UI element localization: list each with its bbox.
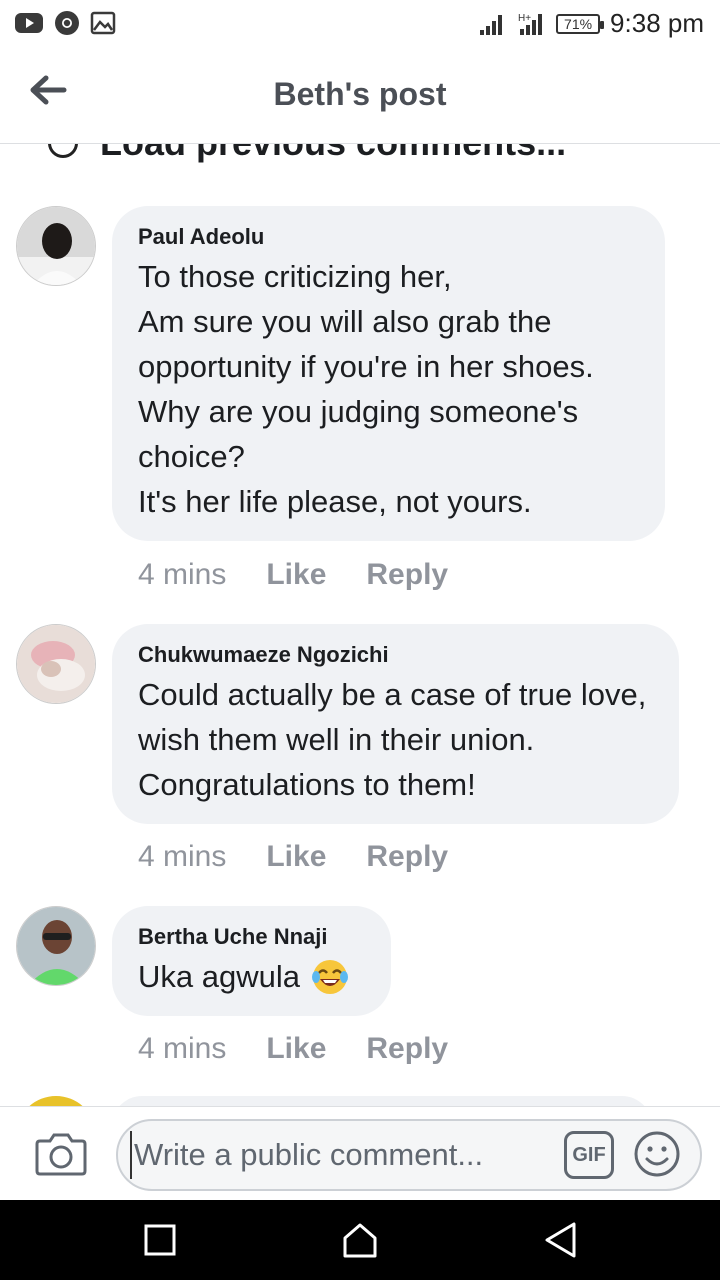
gallery-icon	[90, 11, 116, 35]
like-button[interactable]: Like	[266, 1032, 326, 1066]
status-time: 9:38 pm	[610, 8, 704, 38]
comment-text: To those criticizing her, Am sure you wi…	[138, 259, 594, 519]
comment-time: 4 mins	[138, 1032, 227, 1065]
comments-list[interactable]: Load previous comments... Paul Adeolu To…	[0, 144, 720, 1106]
comment-input-wrap: GIF	[116, 1119, 702, 1191]
post-header: Beth's post	[0, 48, 720, 144]
home-icon	[343, 1223, 377, 1258]
comment-text: Could actually be a case of true love, w…	[138, 677, 647, 802]
svg-text:H+: H+	[518, 13, 531, 24]
page-title: Beth's post	[273, 76, 447, 112]
comment-author[interactable]: Paul Adeolu	[138, 224, 639, 250]
smiley-icon	[634, 1131, 680, 1177]
comment-time: 4 mins	[138, 840, 227, 873]
avatar-photo	[17, 907, 95, 985]
signal-icon	[480, 14, 503, 35]
comment-text-row: Uka agwula	[138, 954, 365, 999]
comment-time: 4 mins	[138, 558, 227, 591]
like-button[interactable]: Like	[266, 840, 326, 874]
avatar[interactable]	[16, 1096, 96, 1106]
emoji-button[interactable]	[632, 1129, 682, 1179]
like-button[interactable]: Like	[266, 558, 326, 592]
comment-bubble[interactable]: Bertha Uche Nnaji Uka agwula	[112, 906, 391, 1016]
avatar-photo	[17, 207, 95, 285]
gif-button[interactable]: GIF	[564, 1131, 614, 1179]
load-previous-comments[interactable]: Load previous comments...	[48, 144, 566, 164]
comment-composer: GIF	[0, 1106, 720, 1200]
comment-bubble[interactable]	[112, 1096, 652, 1106]
comment-actions: 4 mins Like Reply	[138, 840, 448, 874]
battery-icon: 71%	[556, 13, 605, 34]
comment-bubble[interactable]: Chukwumaeze Ngozichi Could actually be a…	[112, 624, 679, 824]
comment-actions: 4 mins Like Reply	[138, 1032, 448, 1066]
system-nav-bar	[0, 1200, 720, 1280]
avatar-photo	[17, 625, 95, 703]
avatar[interactable]	[16, 624, 96, 704]
camera-button[interactable]	[34, 1129, 88, 1179]
load-previous-label: Load previous comments...	[100, 144, 566, 164]
comment-actions: 4 mins Like Reply	[138, 558, 448, 592]
recents-square-icon	[144, 1224, 176, 1256]
reply-button[interactable]: Reply	[366, 1032, 448, 1066]
laughing-emoji-icon	[311, 959, 348, 994]
avatar[interactable]	[16, 206, 96, 286]
status-left-icons	[14, 10, 116, 36]
youtube-icon	[15, 13, 43, 33]
camera-icon	[35, 1133, 87, 1176]
system-back-button[interactable]	[538, 1218, 582, 1262]
reply-button[interactable]: Reply	[366, 840, 448, 874]
chrome-icon	[55, 11, 79, 35]
comment-bubble[interactable]: Paul Adeolu To those criticizing her, Am…	[112, 206, 665, 541]
status-bar: H+ 71% 9:38 pm	[0, 0, 720, 48]
reply-button[interactable]: Reply	[366, 558, 448, 592]
back-triangle-icon	[545, 1222, 576, 1258]
status-right: H+ 71% 9:38 pm	[478, 8, 704, 39]
comment-text: Uka agwula	[138, 959, 300, 994]
avatar[interactable]	[16, 906, 96, 986]
signal-h-icon: H+	[518, 13, 543, 35]
recents-button[interactable]	[138, 1218, 182, 1262]
load-more-icon	[48, 144, 78, 158]
comment-input[interactable]	[130, 1131, 560, 1179]
comment-author[interactable]: Chukwumaeze Ngozichi	[138, 642, 653, 668]
home-button[interactable]	[338, 1218, 382, 1262]
comment-author[interactable]: Bertha Uche Nnaji	[138, 924, 365, 950]
